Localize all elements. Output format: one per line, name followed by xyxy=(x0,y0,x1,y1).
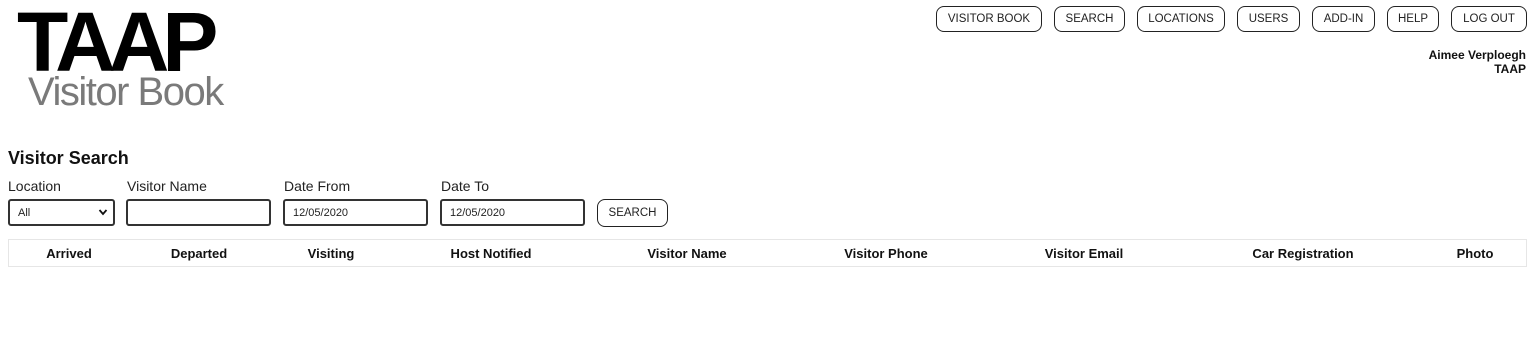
location-selected-value: All xyxy=(18,206,31,219)
user-organization: TAAP xyxy=(1494,62,1526,76)
date-from-input[interactable]: 12/05/2020 xyxy=(283,199,428,226)
date-from-label: Date From xyxy=(284,178,351,194)
nav-visitor-book-button[interactable]: VISITOR BOOK xyxy=(936,6,1042,32)
column-header-car-registration[interactable]: Car Registration xyxy=(1252,246,1353,261)
date-to-input[interactable]: 12/05/2020 xyxy=(440,199,585,226)
logo-sub-text: Visitor Book xyxy=(28,70,224,114)
search-button[interactable]: SEARCH xyxy=(597,199,668,227)
log-out-button[interactable]: LOG OUT xyxy=(1451,6,1527,32)
nav-search-button[interactable]: SEARCH xyxy=(1054,6,1125,32)
column-header-photo[interactable]: Photo xyxy=(1457,246,1494,261)
location-label: Location xyxy=(8,178,61,194)
user-name: Aimee Verploegh xyxy=(1428,48,1526,62)
visitor-name-input[interactable] xyxy=(126,199,271,226)
column-header-host-notified[interactable]: Host Notified xyxy=(451,246,532,261)
visitor-name-label: Visitor Name xyxy=(127,178,207,194)
logo-main-text: TAAP xyxy=(17,0,218,89)
column-header-arrived[interactable]: Arrived xyxy=(46,246,92,261)
chevron-down-icon xyxy=(98,207,108,220)
results-table-header: Arrived Departed Visiting Host Notified … xyxy=(8,239,1527,267)
column-header-visiting[interactable]: Visiting xyxy=(308,246,355,261)
location-select[interactable]: All xyxy=(8,199,115,226)
top-navigation: VISITOR BOOK SEARCH LOCATIONS USERS ADD-… xyxy=(936,6,1527,32)
nav-users-button[interactable]: USERS xyxy=(1237,6,1300,32)
nav-add-in-button[interactable]: ADD-IN xyxy=(1312,6,1375,32)
page-title: Visitor Search xyxy=(8,148,129,168)
column-header-visitor-name[interactable]: Visitor Name xyxy=(647,246,726,261)
nav-locations-button[interactable]: LOCATIONS xyxy=(1137,6,1225,32)
column-header-visitor-phone[interactable]: Visitor Phone xyxy=(844,246,928,261)
column-header-visitor-email[interactable]: Visitor Email xyxy=(1045,246,1124,261)
app-logo: TAAP Visitor Book xyxy=(17,0,224,114)
date-to-label: Date To xyxy=(441,178,489,194)
column-header-departed[interactable]: Departed xyxy=(171,246,227,261)
user-info: Aimee Verploegh TAAP xyxy=(1429,48,1526,76)
nav-help-button[interactable]: HELP xyxy=(1387,6,1439,32)
